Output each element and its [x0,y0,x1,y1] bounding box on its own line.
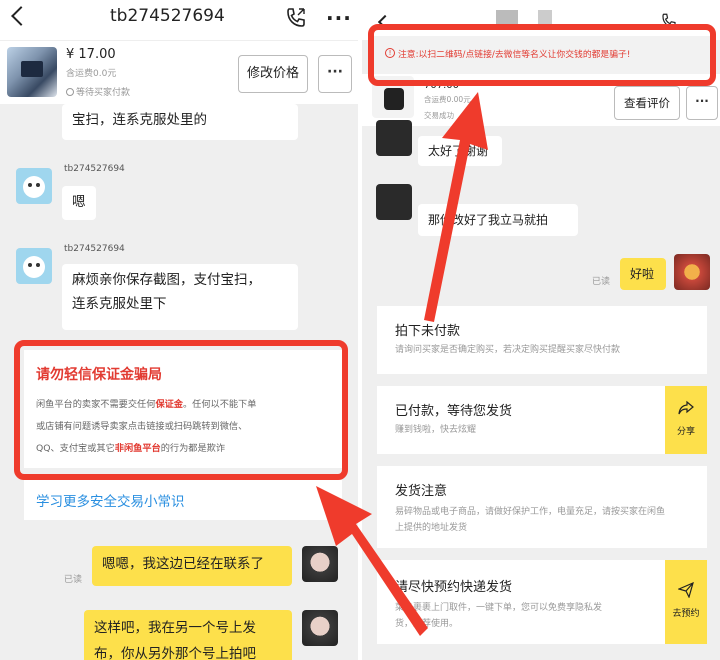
annotation-arrows [316,92,488,636]
arrow-up-icon [424,92,488,322]
arrow-left-icon [316,486,428,636]
